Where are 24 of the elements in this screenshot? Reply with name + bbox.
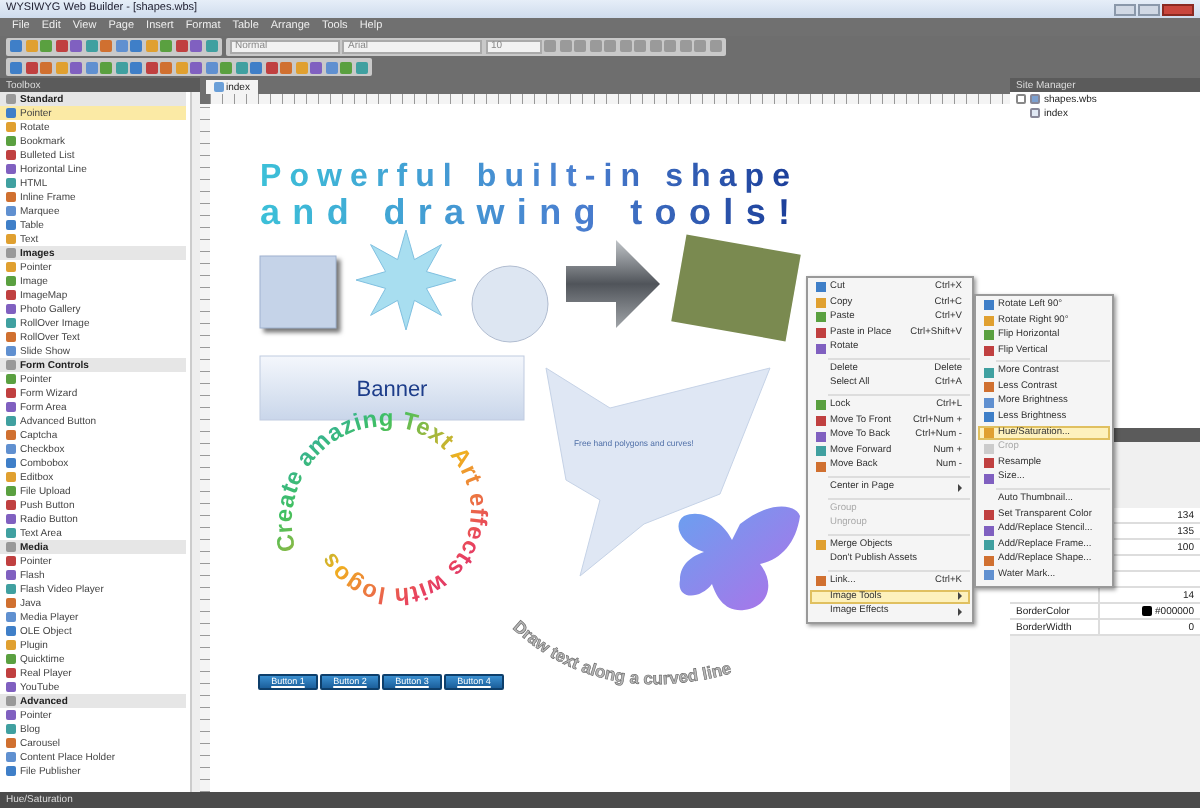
heading-text: and drawing tools! <box>260 192 790 232</box>
collapse-icon[interactable] <box>6 94 16 104</box>
circle-shape <box>471 265 549 343</box>
page-icon <box>1030 108 1040 118</box>
collapse-icon[interactable] <box>6 696 16 706</box>
arrow-shape <box>566 240 660 328</box>
submenu-arrow-icon <box>958 483 962 492</box>
collapse-icon[interactable] <box>6 360 16 370</box>
menu-icon <box>816 540 826 551</box>
collapse-icon[interactable] <box>6 542 16 552</box>
file-icon <box>1030 94 1040 104</box>
page-icon <box>214 82 224 92</box>
banner-text: Banner <box>356 378 428 402</box>
close-icon[interactable] <box>1162 3 1194 15</box>
star-shape <box>355 229 457 331</box>
square-shape <box>259 255 337 329</box>
collapse-icon[interactable] <box>6 248 16 258</box>
minimize-icon[interactable] <box>1114 3 1136 15</box>
heading-text: Powerful built-in shape <box>260 160 790 194</box>
maximize-icon[interactable] <box>1138 3 1160 15</box>
scrollbar[interactable] <box>190 92 200 792</box>
expander-icon[interactable] <box>1016 94 1026 104</box>
menu-icon <box>816 576 826 587</box>
butterfly-shape <box>678 506 800 611</box>
